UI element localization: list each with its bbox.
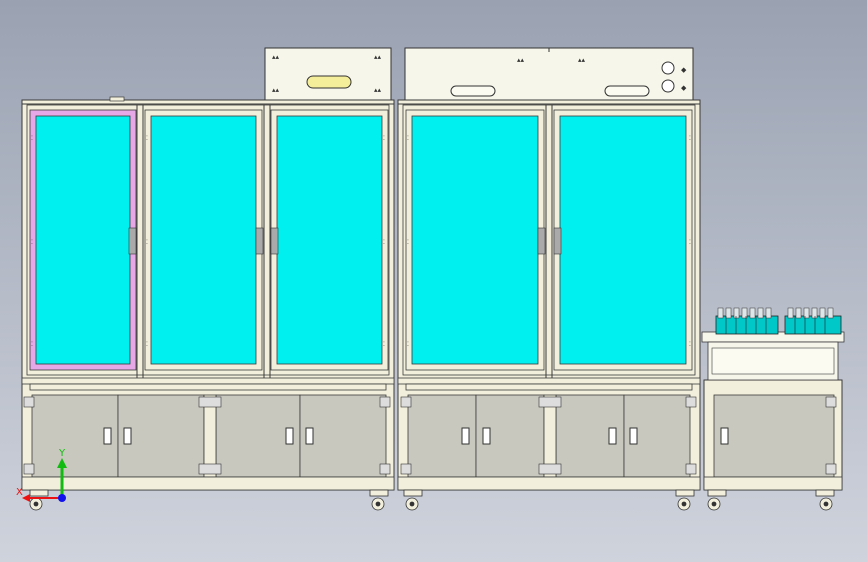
glass-panel [559, 115, 687, 365]
cabinet-handle [608, 427, 617, 445]
svg-text:⁚: ⁚ [383, 341, 385, 348]
door-latch [537, 227, 546, 255]
indicator-lamp [661, 79, 675, 93]
z-axis-marker [58, 494, 66, 502]
side-feeder-unit [701, 307, 845, 491]
svg-text:◆: ◆ [681, 66, 687, 74]
glass-panel [150, 115, 257, 365]
top-control-box-left: ▴▴ ▴▴ ▴▴ ▴▴ [264, 47, 392, 101]
cabinet-handle [482, 427, 491, 445]
svg-text:⁚: ⁚ [689, 239, 691, 246]
door-latch [270, 227, 279, 255]
cabinet-handle [103, 427, 112, 445]
svg-text:▴▴: ▴▴ [374, 86, 382, 94]
handle-plate [306, 75, 352, 89]
svg-text:▴▴: ▴▴ [272, 86, 280, 94]
cad-drawing-viewport[interactable]: ▴▴ ▴▴ ▴▴ ▴▴ ▴▴ ▴▴ ◆ ◆ ⁚⁚⁚ ⁚⁚⁚ ⁚⁚⁚ ⁚⁚⁚ ⁚⁚… [0, 0, 867, 562]
svg-text:▴▴: ▴▴ [517, 56, 525, 64]
svg-text:▴▴: ▴▴ [578, 56, 586, 64]
svg-text:◆: ◆ [681, 84, 687, 92]
svg-text:⁚: ⁚ [146, 341, 148, 348]
cabinet-panel [713, 394, 835, 478]
svg-text:⁚: ⁚ [146, 239, 148, 246]
indicator-lamp [661, 61, 675, 75]
y-axis-label: Y [58, 448, 66, 459]
svg-text:⁚: ⁚ [31, 239, 33, 246]
cabinet-handle [720, 427, 729, 445]
svg-text:⁚: ⁚ [407, 239, 409, 246]
svg-text:⁚: ⁚ [689, 135, 691, 142]
cabinet-right: ⁚ ⁚ ⁚ ⁚ ⁚ ⁚ [397, 99, 701, 491]
door-latch [128, 227, 137, 255]
handle-plate [604, 85, 650, 97]
door-latch [255, 227, 264, 255]
door-latch [553, 227, 562, 255]
handle-plate [450, 85, 496, 97]
svg-text:▴▴: ▴▴ [374, 53, 382, 61]
svg-text:⁚: ⁚ [407, 341, 409, 348]
cabinet-handle [461, 427, 470, 445]
svg-text:▴▴: ▴▴ [272, 53, 280, 61]
cabinet-handle [629, 427, 638, 445]
cabinet-left: ⁚ ⁚ ⁚ ⁚ ⁚ ⁚ ⁚ ⁚ ⁚ [21, 96, 395, 491]
top-control-box-right: ▴▴ ▴▴ ◆ ◆ [404, 47, 694, 101]
glass-panel [276, 115, 383, 365]
cabinet-handle [123, 427, 132, 445]
x-axis-label: X [16, 487, 23, 498]
svg-text:⁚: ⁚ [31, 135, 33, 142]
cabinet-handle [285, 427, 294, 445]
svg-text:⁚: ⁚ [407, 135, 409, 142]
glass-panel [411, 115, 539, 365]
cabinet-handle [305, 427, 314, 445]
svg-text:⁚: ⁚ [383, 135, 385, 142]
svg-text:⁚: ⁚ [689, 341, 691, 348]
svg-text:⁚: ⁚ [383, 239, 385, 246]
glass-panel [35, 115, 131, 365]
svg-text:⁚: ⁚ [146, 135, 148, 142]
svg-text:⁚: ⁚ [31, 341, 33, 348]
